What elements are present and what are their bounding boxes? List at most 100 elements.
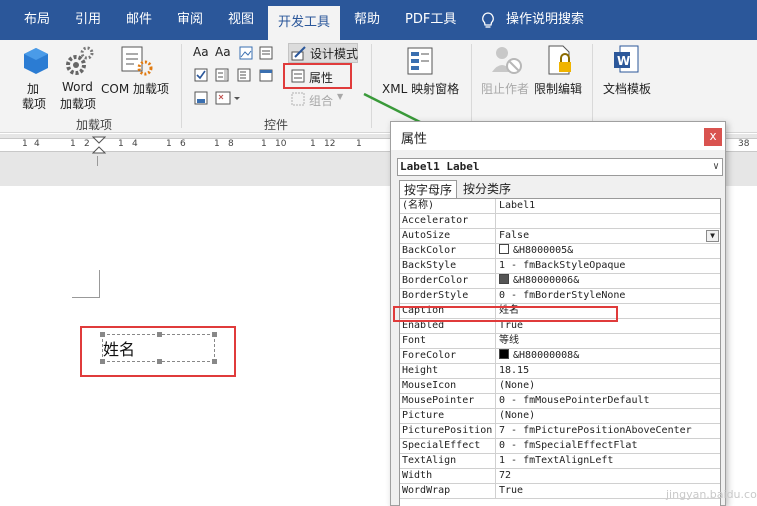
- tab-developer[interactable]: 开发工具: [268, 6, 341, 40]
- tab-view[interactable]: 视图: [228, 0, 254, 40]
- property-value: 72: [499, 470, 512, 481]
- property-row[interactable]: MouseIcon (None): [400, 379, 720, 394]
- property-value-cell[interactable]: 7 - fmPicturePositionAboveCenter: [499, 424, 719, 438]
- property-row[interactable]: PicturePosition 7 - fmPicturePositionAbov…: [400, 424, 720, 439]
- property-value-cell[interactable]: 1 - fmTextAlignLeft: [499, 454, 719, 468]
- tab-pdf-tools[interactable]: PDF工具: [405, 0, 456, 40]
- chevron-down-icon[interactable]: ∨: [713, 159, 719, 175]
- property-value: 等线: [499, 335, 519, 346]
- repeating-section-control-icon[interactable]: [194, 91, 208, 108]
- property-value-cell[interactable]: 等线: [499, 334, 719, 348]
- ruler-tick-label: 1: [214, 139, 220, 149]
- property-row[interactable]: ForeColor &H80000008&: [400, 349, 720, 364]
- property-name: AutoSize: [402, 230, 451, 241]
- property-value: False: [499, 230, 530, 241]
- property-row[interactable]: (名称) Label1: [400, 199, 720, 214]
- property-value: 0 - fmMousePointerDefault: [499, 395, 650, 406]
- property-row[interactable]: Accelerator: [400, 214, 720, 229]
- property-row[interactable]: BackStyle 1 - fmBackStyleOpaque: [400, 259, 720, 274]
- restrict-editing-icon: [547, 44, 575, 79]
- tab-mailings[interactable]: 邮件: [126, 0, 152, 40]
- property-value: 7 - fmPicturePositionAboveCenter: [499, 425, 692, 436]
- building-block-control-icon[interactable]: [259, 46, 273, 63]
- property-value-cell[interactable]: 0 - fmSpecialEffectFlat: [499, 439, 719, 453]
- restrict-editing-button[interactable]: 限制编辑: [534, 80, 582, 97]
- design-mode-button[interactable]: 设计模式: [310, 45, 358, 62]
- group-label-addins: 加载项: [76, 118, 113, 132]
- property-row[interactable]: Height 18.15: [400, 364, 720, 379]
- group-button[interactable]: 组合: [309, 92, 333, 109]
- properties-window-titlebar[interactable]: 属性 x: [391, 122, 725, 150]
- property-value-cell[interactable]: 18.15: [499, 364, 719, 378]
- legacy-tools-icon[interactable]: [215, 91, 241, 108]
- combo-box-control-icon[interactable]: [215, 68, 229, 85]
- dropdown-list-control-icon[interactable]: [237, 68, 251, 85]
- chevron-down-icon[interactable]: ▼: [706, 230, 719, 242]
- property-value-cell[interactable]: &H80000006&: [499, 274, 719, 288]
- property-value-cell[interactable]: 1 - fmBackStyleOpaque: [499, 259, 719, 273]
- addin-button-label-2[interactable]: 载项: [22, 95, 46, 112]
- property-value-cell[interactable]: 0 - fmBorderStyleNone: [499, 289, 719, 303]
- property-row[interactable]: BorderColor &H80000006&: [400, 274, 720, 289]
- tab-help[interactable]: 帮助: [354, 0, 380, 40]
- tab-references[interactable]: 引用: [75, 0, 101, 40]
- ruler-tick-label: 38: [738, 139, 750, 149]
- ruler-tick-label: 1: [310, 139, 316, 149]
- property-row[interactable]: TextAlign 1 - fmTextAlignLeft: [400, 454, 720, 469]
- date-picker-control-icon[interactable]: [259, 68, 273, 85]
- property-value-cell[interactable]: Label1: [499, 199, 719, 213]
- ruler-tick-label: 1: [261, 139, 267, 149]
- lightbulb-icon: [481, 12, 495, 33]
- word-addins-label-2[interactable]: 加载项: [60, 95, 96, 112]
- property-name: ForeColor: [402, 350, 457, 361]
- property-row[interactable]: SpecialEffect 0 - fmSpecialEffectFlat: [400, 439, 720, 454]
- tell-me-search[interactable]: 操作说明搜索: [506, 0, 584, 40]
- property-row[interactable]: Font 等线: [400, 334, 720, 349]
- ruler-tick-label: 1: [118, 139, 124, 149]
- property-name: Accelerator: [402, 215, 469, 226]
- property-value: (None): [499, 410, 536, 421]
- property-value-cell[interactable]: &H8000005&: [499, 244, 719, 258]
- property-row[interactable]: Picture (None): [400, 409, 720, 424]
- property-value-cell[interactable]: &H80000008&: [499, 349, 719, 363]
- close-icon[interactable]: x: [704, 128, 722, 146]
- property-value-cell[interactable]: (None): [499, 379, 719, 393]
- property-row[interactable]: BackColor &H8000005&: [400, 244, 720, 259]
- plain-text-control-aa-icon[interactable]: Aa: [215, 45, 231, 59]
- property-value-cell[interactable]: (None): [499, 409, 719, 423]
- property-value: &H80000008&: [513, 350, 580, 361]
- property-name: WordWrap: [402, 485, 451, 496]
- object-select-dropdown[interactable]: Label1 Label ∨: [397, 158, 723, 176]
- property-value: 0 - fmSpecialEffectFlat: [499, 440, 638, 451]
- word-addins-label-1[interactable]: Word: [62, 80, 93, 94]
- tab-layout[interactable]: 布局: [24, 0, 50, 40]
- com-addins-button[interactable]: COM 加载项: [101, 80, 169, 97]
- property-value-cell[interactable]: 0 - fmMousePointerDefault: [499, 394, 719, 408]
- property-grid[interactable]: (名称) Label1 Accelerator AutoSize False ▼ BackC…: [399, 198, 721, 506]
- property-name: BackStyle: [402, 260, 457, 271]
- word-document-template-icon: W: [612, 44, 640, 79]
- label-control[interactable]: 姓名: [100, 332, 217, 364]
- checkbox-control-icon[interactable]: [194, 68, 208, 85]
- property-value: 0 - fmBorderStyleNone: [499, 290, 626, 301]
- property-row[interactable]: MousePointer 0 - fmMousePointerDefault: [400, 394, 720, 409]
- property-row[interactable]: BorderStyle 0 - fmBorderStyleNone: [400, 289, 720, 304]
- property-row[interactable]: AutoSize False ▼: [400, 229, 720, 244]
- property-value-cell[interactable]: 72: [499, 469, 719, 483]
- property-name: BorderStyle: [402, 290, 469, 301]
- com-addins-icon: [120, 45, 154, 80]
- picture-control-icon[interactable]: [239, 46, 253, 63]
- tab-categorized[interactable]: 按分类序: [459, 180, 515, 198]
- object-select-value: Label1 Label: [400, 160, 480, 173]
- document-template-button[interactable]: 文档模板: [603, 80, 651, 97]
- gear-icon: [64, 45, 94, 80]
- tab-review[interactable]: 审阅: [177, 0, 203, 40]
- tab-alphabetic[interactable]: 按字母序: [399, 180, 458, 198]
- property-name: TextAlign: [402, 455, 457, 466]
- block-authors-button[interactable]: 阻止作者: [481, 80, 529, 97]
- property-row[interactable]: Width 72: [400, 469, 720, 484]
- property-name: BorderColor: [402, 275, 469, 286]
- property-value-cell[interactable]: False: [499, 229, 719, 243]
- ruler-tick-label: 1: [22, 139, 28, 149]
- text-control-aa-icon[interactable]: Aa: [193, 45, 209, 59]
